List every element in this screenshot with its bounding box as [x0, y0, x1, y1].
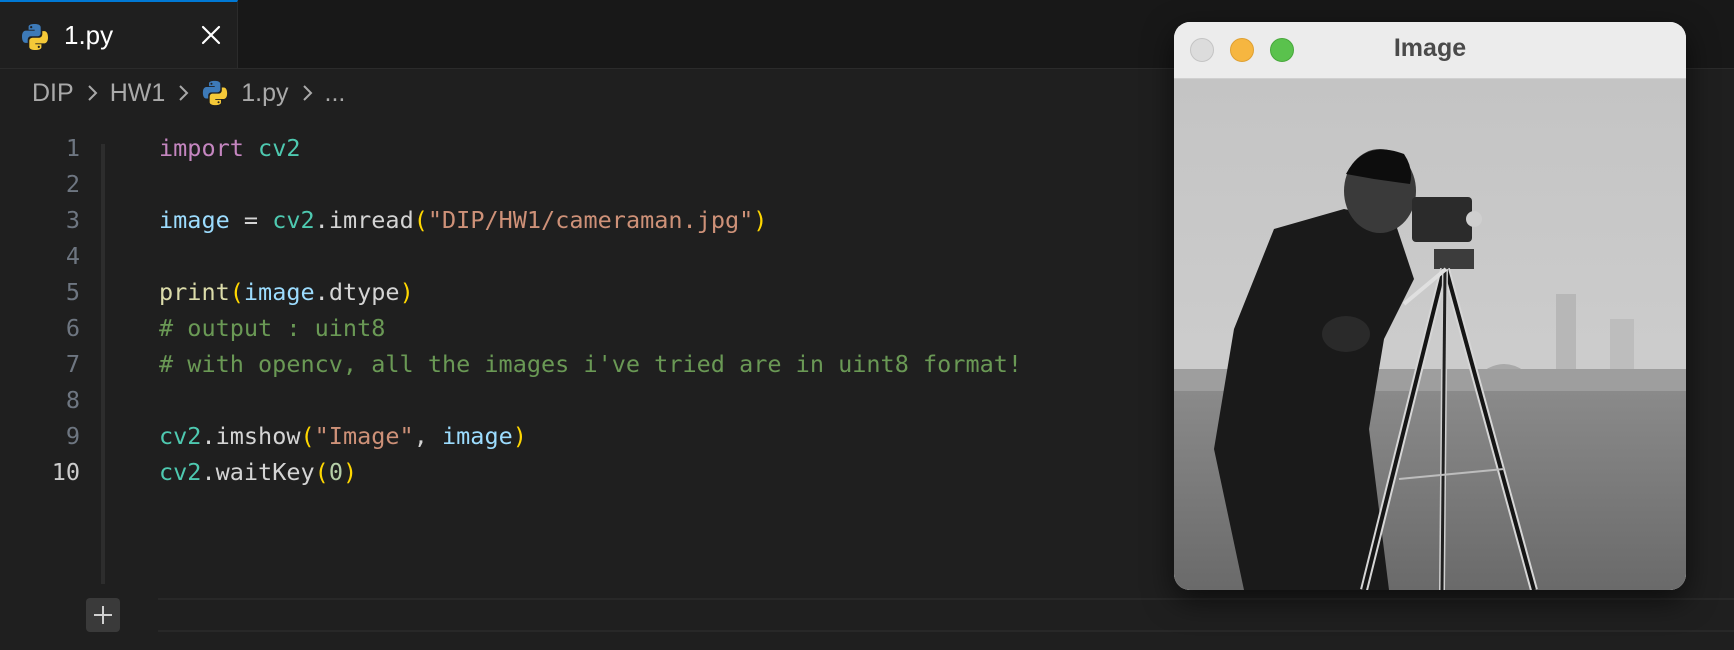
- python-icon: [203, 80, 228, 106]
- code-text[interactable]: # output : uint8: [159, 310, 385, 346]
- code-text[interactable]: cv2.imshow("Image", image): [159, 418, 527, 454]
- chevron-right-icon: [302, 85, 312, 101]
- plus-icon: [94, 606, 112, 624]
- chevron-right-icon: [87, 85, 98, 101]
- window-title: Image: [1393, 34, 1467, 62]
- code-text[interactable]: # with opencv, all the images i've tried…: [159, 346, 1022, 382]
- line-number: 9: [65, 422, 80, 450]
- code-text[interactable]: cv2.waitKey(0): [159, 454, 357, 490]
- add-comment-button[interactable]: [86, 598, 120, 632]
- line-number: 2: [65, 170, 80, 198]
- line-number: 3: [65, 206, 80, 234]
- close-icon[interactable]: [196, 20, 226, 50]
- code-text[interactable]: print(image.dtype): [159, 274, 414, 310]
- python-icon: [22, 24, 48, 50]
- editor-tab[interactable]: 1.py: [0, 0, 238, 68]
- line-number: 7: [65, 350, 80, 378]
- line-number: 5: [65, 278, 80, 306]
- image-window[interactable]: Image: [1174, 22, 1686, 590]
- line-number: 4: [65, 242, 80, 270]
- current-line-highlight: [158, 598, 1734, 632]
- chevron-right-icon: [179, 85, 189, 101]
- line-number: 6: [65, 314, 80, 342]
- line-number: 8: [65, 386, 80, 414]
- tab-label: 1.py: [64, 20, 114, 50]
- cameraman-photo: [1174, 79, 1686, 590]
- breadcrumb-item-hw1[interactable]: HW1: [110, 79, 166, 108]
- code-text[interactable]: import cv2: [159, 130, 301, 166]
- breadcrumb-item-symbols[interactable]: ...: [325, 79, 346, 108]
- breadcrumb-item-file[interactable]: 1.py: [241, 79, 288, 108]
- line-number: 1: [65, 134, 80, 162]
- window-titlebar[interactable]: Image: [1174, 22, 1686, 79]
- code-text[interactable]: image = cv2.imread("DIP/HW1/cameraman.jp…: [159, 202, 767, 238]
- breadcrumb: DIP HW1 1.py ...: [32, 76, 345, 110]
- line-number: 10: [51, 458, 80, 486]
- breadcrumb-item-dip[interactable]: DIP: [32, 79, 74, 108]
